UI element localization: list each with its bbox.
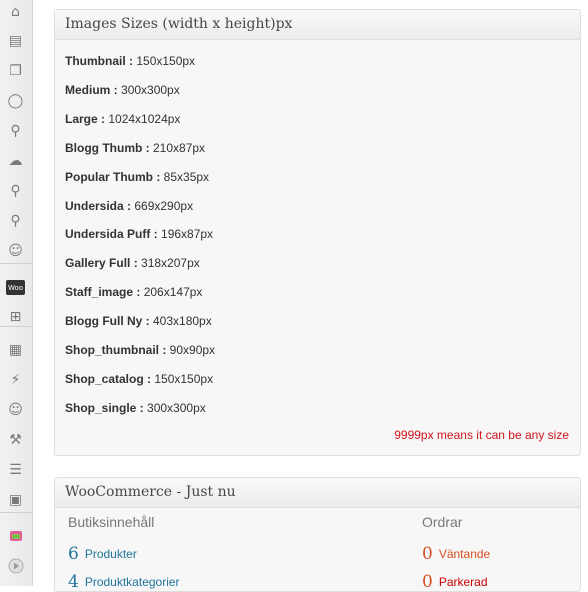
image-size-row: Blogg Full Ny : 403x180px	[65, 314, 212, 328]
flag-icon[interactable]	[6, 526, 25, 545]
image-size-row: Shop_single : 300x300px	[65, 401, 206, 415]
pin-icon[interactable]: ⚲	[6, 121, 25, 140]
image-size-name: Shop_catalog :	[65, 371, 152, 386]
woocommerce-widget-title[interactable]: WooCommerce - Just nu	[55, 478, 580, 508]
tools-icon[interactable]: ⚒	[6, 430, 25, 449]
layout-icon[interactable]: ▣	[6, 490, 25, 509]
image-sizes-widget: Images Sizes (width x height)px Thumbnai…	[54, 9, 581, 456]
image-size-name: Shop_thumbnail :	[65, 343, 167, 357]
image-size-name: Medium :	[65, 82, 118, 97]
collapse-icon[interactable]	[6, 556, 25, 575]
image-size-row: Undersida Puff : 196x87px	[65, 227, 213, 241]
image-size-name: Shop_single :	[65, 400, 144, 415]
woocommerce-right-now-widget: WooCommerce - Just nu Butiksinnehåll Ord…	[54, 477, 581, 592]
image-size-row: Staff_image : 206x147px	[65, 285, 202, 299]
image-size-value: 206x147px	[143, 285, 203, 300]
sidebar-separator	[0, 326, 33, 327]
image-size-value: 403x180px	[153, 314, 212, 329]
image-size-name: Staff_image :	[65, 285, 141, 300]
dashboard-icon[interactable]: ⌂	[6, 2, 25, 21]
store-content-heading: Butiksinnehåll	[68, 514, 155, 530]
on-hold-orders-count[interactable]: 0	[422, 572, 433, 592]
orders-heading: Ordrar	[422, 514, 463, 530]
image-size-name: Undersida Puff :	[65, 227, 158, 242]
pin-icon[interactable]: ⚲	[6, 181, 25, 200]
image-size-row: Shop_thumbnail : 90x90px	[65, 343, 215, 357]
admin-sidebar: ⌂ ▤ ❐ ◯ ⚲ ☁ ⚲ ⚲ ☺ Woo ⊞ ▦ ⚡ ☺ ⚒ ☰ ▣	[0, 0, 33, 586]
any-size-note: 9999px means it can be any size	[394, 428, 569, 442]
woo-badge-text: Woo	[7, 283, 24, 292]
image-size-value: 1024x1024px	[108, 111, 181, 126]
image-size-name: Blogg Thumb :	[65, 140, 150, 155]
comments-icon[interactable]: ◯	[6, 91, 25, 110]
users-icon[interactable]: ☺	[6, 400, 25, 419]
image-size-name: Blogg Full Ny :	[65, 314, 150, 329]
image-size-name: Thumbnail :	[65, 54, 133, 68]
image-size-name: Undersida :	[65, 198, 132, 213]
product-categories-link[interactable]: Produktkategorier	[85, 575, 180, 589]
image-size-row: Medium : 300x300px	[65, 83, 180, 97]
sidebar-separator	[0, 263, 33, 264]
product-categories-count[interactable]: 4	[68, 572, 79, 592]
image-sizes-title[interactable]: Images Sizes (width x height)px	[55, 10, 580, 40]
image-size-name: Large :	[65, 111, 106, 126]
users-icon[interactable]: ☺	[6, 241, 25, 260]
posts-icon[interactable]: ▤	[6, 31, 25, 50]
woo-icon[interactable]: Woo	[6, 280, 25, 295]
image-size-row: Large : 1024x1024px	[65, 112, 180, 126]
image-size-value: 318x207px	[141, 256, 200, 271]
image-size-value: 90x90px	[169, 343, 216, 357]
on-hold-orders-stat[interactable]: 0 Parkerad	[422, 572, 488, 592]
pending-orders-link[interactable]: Väntande	[439, 547, 490, 561]
plugins-icon[interactable]: ⚡	[6, 370, 25, 389]
pending-orders-stat[interactable]: 0 Väntande	[422, 544, 490, 564]
image-size-row: Popular Thumb : 85x35px	[65, 170, 209, 184]
image-size-value: 669x290px	[134, 198, 194, 213]
products-count[interactable]: 6	[68, 544, 79, 564]
pin-icon[interactable]: ⚲	[6, 211, 25, 230]
pages-icon[interactable]: ❐	[6, 61, 25, 80]
products-link[interactable]: Produkter	[85, 547, 137, 561]
settings-icon[interactable]: ☰	[6, 460, 25, 479]
image-size-value: 196x87px	[161, 227, 214, 242]
appearance-icon[interactable]: ▦	[6, 340, 25, 359]
cart-icon[interactable]: ⊞	[6, 307, 25, 326]
image-size-value: 210x87px	[153, 140, 206, 155]
chef-icon[interactable]: ☁	[6, 151, 25, 170]
product-categories-stat[interactable]: 4 Produktkategorier	[68, 572, 180, 592]
products-stat[interactable]: 6 Produkter	[68, 544, 137, 564]
image-size-value: 300x300px	[121, 82, 180, 97]
image-size-row: Undersida : 669x290px	[65, 199, 193, 213]
image-size-row: Gallery Full : 318x207px	[65, 256, 200, 270]
image-size-value: 300x300px	[147, 400, 206, 415]
main-content: Images Sizes (width x height)px Thumbnai…	[33, 0, 588, 592]
image-size-row: Thumbnail : 150x150px	[65, 54, 195, 68]
image-size-value: 85x35px	[163, 169, 210, 184]
pending-orders-count[interactable]: 0	[422, 544, 433, 564]
image-size-row: Blogg Thumb : 210x87px	[65, 141, 205, 155]
image-size-value: 150x150px	[136, 54, 196, 68]
sidebar-separator	[0, 512, 33, 513]
image-size-row: Shop_catalog : 150x150px	[65, 372, 213, 386]
on-hold-orders-link[interactable]: Parkerad	[439, 575, 488, 589]
image-size-name: Popular Thumb :	[65, 169, 161, 184]
image-size-name: Gallery Full :	[65, 256, 138, 271]
image-size-value: 150x150px	[154, 371, 214, 386]
